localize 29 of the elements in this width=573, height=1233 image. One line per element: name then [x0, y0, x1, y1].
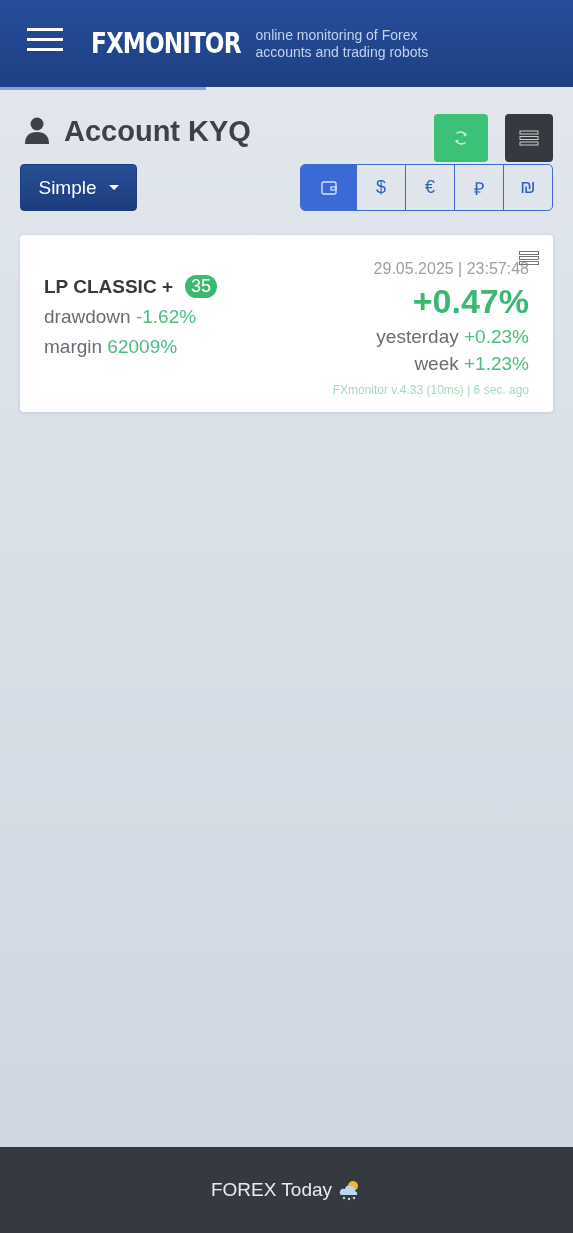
mode-dropdown[interactable]: Simple — [20, 164, 137, 211]
list-button[interactable] — [505, 114, 553, 162]
currency-button[interactable]: ₽ — [454, 165, 503, 210]
list-icon — [519, 130, 539, 146]
wallet-icon — [320, 180, 337, 195]
currency-button[interactable]: ₪ — [503, 165, 552, 210]
currency-button[interactable]: € — [405, 165, 454, 210]
account-title: Account KYQ — [64, 114, 251, 148]
stat-value: -1.62% — [135, 306, 197, 327]
user-icon — [25, 117, 49, 145]
period-label: week — [414, 353, 459, 374]
forex-today-link[interactable]: FOREX Today — [210, 1179, 333, 1201]
currency-button[interactable]: $ — [356, 165, 405, 210]
wallet-button[interactable] — [301, 165, 356, 210]
period-value: +0.23% — [464, 326, 529, 347]
period-value: +1.23% — [464, 353, 529, 374]
caret-icon — [108, 184, 119, 191]
stat-label: margin — [44, 336, 103, 357]
stat-value: 62009% — [107, 336, 178, 357]
profit-value: +0.47% — [412, 282, 529, 321]
count-badge: 35 — [185, 275, 217, 298]
robot-name: LP CLASSIC + — [44, 275, 173, 298]
version-info: FXmonitor v.4.33 (10ms) | 6 sec. ago — [332, 383, 529, 397]
stat-label: drawdown — [44, 306, 131, 327]
menu-icon[interactable] — [27, 27, 63, 52]
tagline: online monitoring of Forex accounts and trading robots — [255, 26, 430, 61]
timestamp: 29.05.2025 | 23:57:48 — [373, 260, 529, 278]
period-label: yesterday — [376, 326, 459, 347]
logo[interactable]: FXMONITOR — [91, 27, 241, 60]
